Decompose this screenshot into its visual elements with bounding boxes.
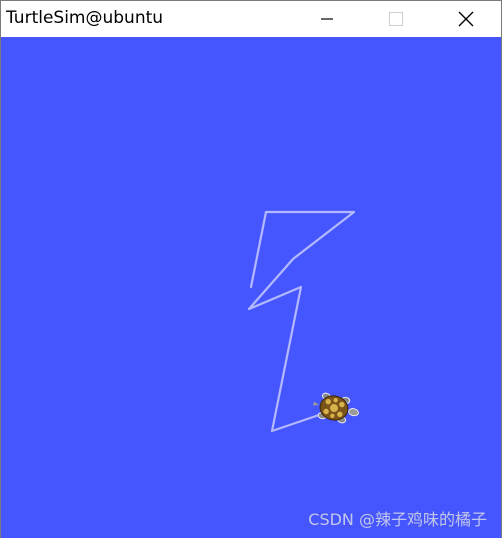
watermark: CSDN @辣子鸡味的橘子 (308, 510, 487, 529)
close-button[interactable] (443, 1, 489, 37)
turtlesim-window: TurtleSim@ubuntu CSDN @辣子鸡味的橘子 (0, 0, 502, 538)
minimize-icon (321, 18, 333, 20)
window-title: TurtleSim@ubuntu (6, 8, 164, 28)
maximize-button[interactable] (373, 1, 419, 37)
close-icon (458, 11, 474, 27)
maximize-icon (389, 12, 403, 26)
minimize-button[interactable] (304, 1, 350, 37)
drawing-area (1, 37, 501, 538)
turtle-canvas: CSDN @辣子鸡味的橘子 (1, 37, 501, 538)
title-bar[interactable]: TurtleSim@ubuntu (1, 1, 501, 37)
